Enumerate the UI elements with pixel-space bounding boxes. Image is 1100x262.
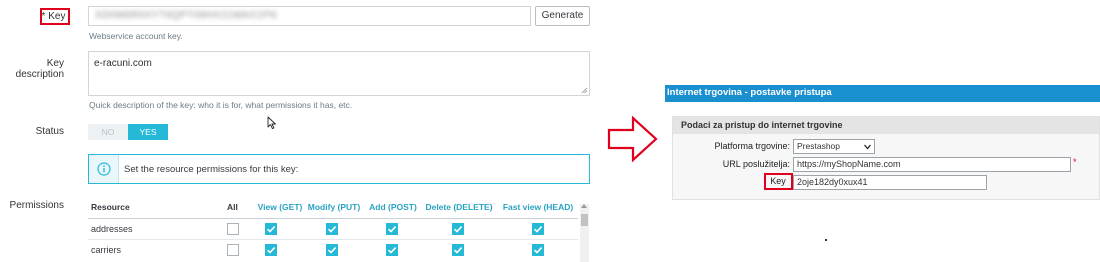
right-key-label: Key xyxy=(770,176,786,186)
cursor-icon xyxy=(267,116,276,130)
resize-grip-icon[interactable] xyxy=(581,87,588,94)
description-textarea[interactable]: e-racuni.com xyxy=(88,51,590,96)
get-checkbox[interactable] xyxy=(265,244,277,256)
right-key-input[interactable]: 2oje182dy0xux41 xyxy=(793,175,987,190)
col-add-post[interactable]: Add (POST) xyxy=(361,202,425,212)
check-icon xyxy=(327,226,337,233)
check-icon xyxy=(387,226,397,233)
col-modify-put[interactable]: Modify (PUT) xyxy=(302,202,366,212)
url-label: URL poslužitelja: xyxy=(722,159,790,169)
check-icon xyxy=(387,247,397,254)
status-toggle[interactable]: NO YES xyxy=(88,124,168,140)
check-icon xyxy=(453,226,463,233)
key-label: * Key xyxy=(41,11,66,22)
post-checkbox[interactable] xyxy=(386,223,398,235)
check-icon xyxy=(533,226,543,233)
info-icon-area xyxy=(89,155,119,183)
section-header: Podaci za pristup do internet trgovine xyxy=(673,117,1099,134)
delete-checkbox[interactable] xyxy=(452,244,464,256)
status-yes-option[interactable]: YES xyxy=(128,124,168,140)
check-icon xyxy=(453,247,463,254)
arrow-right-icon xyxy=(607,115,658,163)
permissions-table: Resource All View (GET) Modify (PUT) Add… xyxy=(88,196,590,262)
put-checkbox[interactable] xyxy=(326,223,338,235)
key-input[interactable]: XD0M6R0XYT6QPT09HX21MAX1PN xyxy=(88,6,531,26)
col-resource: Resource xyxy=(91,202,130,212)
check-icon xyxy=(327,247,337,254)
key-value-blurred: XD0M6R0XYT6QPT09HX21MAX1PN xyxy=(95,10,277,21)
check-icon xyxy=(266,247,276,254)
panel-title-bar: Internet trgovina - postavke pristupa xyxy=(665,85,1100,102)
check-icon xyxy=(533,247,543,254)
all-checkbox[interactable] xyxy=(227,244,239,256)
status-yes-label: YES xyxy=(139,127,157,137)
section-title: Podaci za pristup do internet trgovine xyxy=(681,120,843,130)
status-no-option[interactable]: NO xyxy=(88,124,128,140)
table-scrollbar[interactable] xyxy=(580,204,589,262)
permissions-info-alert: Set the resource permissions for this ke… xyxy=(88,154,590,184)
chevron-down-icon xyxy=(864,144,871,150)
url-required-marker: * xyxy=(1073,157,1077,167)
all-checkbox[interactable] xyxy=(227,223,239,235)
check-icon xyxy=(266,226,276,233)
platform-select[interactable]: Prestashop xyxy=(793,139,875,154)
platform-selected: Prestashop xyxy=(797,141,840,151)
permissions-label: Permissions xyxy=(9,200,64,211)
resource-name: addresses xyxy=(91,224,133,234)
scrollbar-thumb[interactable] xyxy=(581,214,588,226)
col-delete[interactable]: Delete (DELETE) xyxy=(420,202,498,212)
key-help-text: Webservice account key. xyxy=(89,31,183,41)
table-header: Resource All View (GET) Modify (PUT) Add… xyxy=(88,196,578,219)
table-row: addresses xyxy=(88,219,578,240)
status-label: Status xyxy=(35,126,64,137)
head-checkbox[interactable] xyxy=(532,244,544,256)
platform-label: Platforma trgovine: xyxy=(714,141,790,151)
info-icon xyxy=(97,162,111,176)
right-key-value: 2oje182dy0xux41 xyxy=(797,177,868,187)
description-value: e-racuni.com xyxy=(94,58,152,69)
dot-mark xyxy=(825,239,827,241)
post-checkbox[interactable] xyxy=(386,244,398,256)
panel-title: Internet trgovina - postavke pristupa xyxy=(667,87,832,98)
col-fast-view-head[interactable]: Fast view (HEAD) xyxy=(498,202,578,212)
table-row: carriers xyxy=(88,240,578,260)
status-no-label: NO xyxy=(101,127,115,137)
url-input[interactable]: https://myShopName.com xyxy=(793,157,1071,172)
description-label: Key description xyxy=(15,58,64,80)
put-checkbox[interactable] xyxy=(326,244,338,256)
col-all: All xyxy=(227,202,238,212)
generate-button-label: Generate xyxy=(541,10,584,21)
info-alert-text: Set the resource permissions for this ke… xyxy=(124,164,299,175)
url-value: https://myShopName.com xyxy=(797,159,901,169)
head-checkbox[interactable] xyxy=(532,223,544,235)
scrollbar-up-arrow[interactable] xyxy=(581,204,587,208)
description-help-text: Quick description of the key: who it is … xyxy=(89,100,353,110)
delete-checkbox[interactable] xyxy=(452,223,464,235)
generate-button[interactable]: Generate xyxy=(535,6,590,26)
get-checkbox[interactable] xyxy=(265,223,277,235)
resource-name: carriers xyxy=(91,245,122,255)
